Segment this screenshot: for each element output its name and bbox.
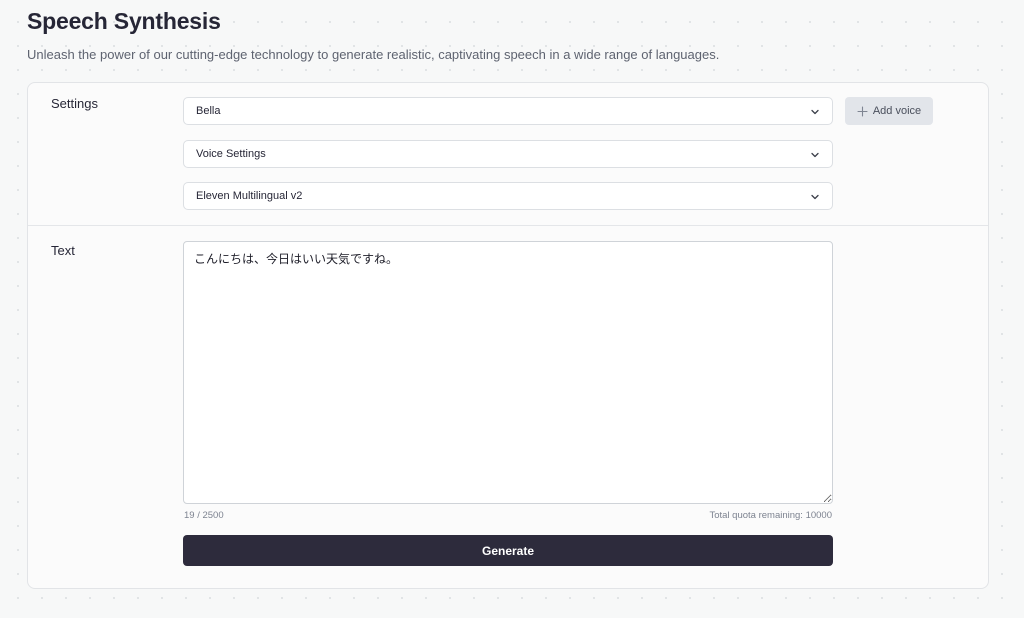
chevron-down-icon <box>811 194 819 200</box>
voice-select-value: Bella <box>196 105 221 117</box>
generate-button[interactable]: Generate <box>183 535 833 566</box>
text-input[interactable]: こんにちは、今日はいい天気ですね。 <box>183 241 833 504</box>
model-select[interactable]: Eleven Multilingual v2 <box>183 182 833 210</box>
quota-remaining: Total quota remaining: 10000 <box>709 510 832 521</box>
add-voice-label: Add voice <box>872 105 922 117</box>
settings-label: Settings <box>51 96 98 111</box>
model-select-value: Eleven Multilingual v2 <box>196 190 303 202</box>
page-title: Speech Synthesis <box>27 8 221 34</box>
plus-icon <box>857 105 868 117</box>
voice-select[interactable]: Bella <box>183 97 833 125</box>
chevron-down-icon <box>811 109 819 115</box>
voice-settings-select[interactable]: Voice Settings <box>183 140 833 168</box>
page-subtitle: Unleash the power of our cutting-edge te… <box>27 47 720 62</box>
char-count: 19 / 2500 <box>184 510 224 521</box>
add-voice-button[interactable]: Add voice <box>845 97 933 125</box>
voice-settings-value: Voice Settings <box>196 148 266 160</box>
text-label: Text <box>51 243 75 258</box>
section-divider <box>28 225 988 226</box>
text-input-wrapper: こんにちは、今日はいい天気ですね。 <box>183 241 833 504</box>
speech-synthesis-card: Settings Bella Add voice Voice Settings … <box>27 82 989 589</box>
chevron-down-icon <box>811 152 819 158</box>
